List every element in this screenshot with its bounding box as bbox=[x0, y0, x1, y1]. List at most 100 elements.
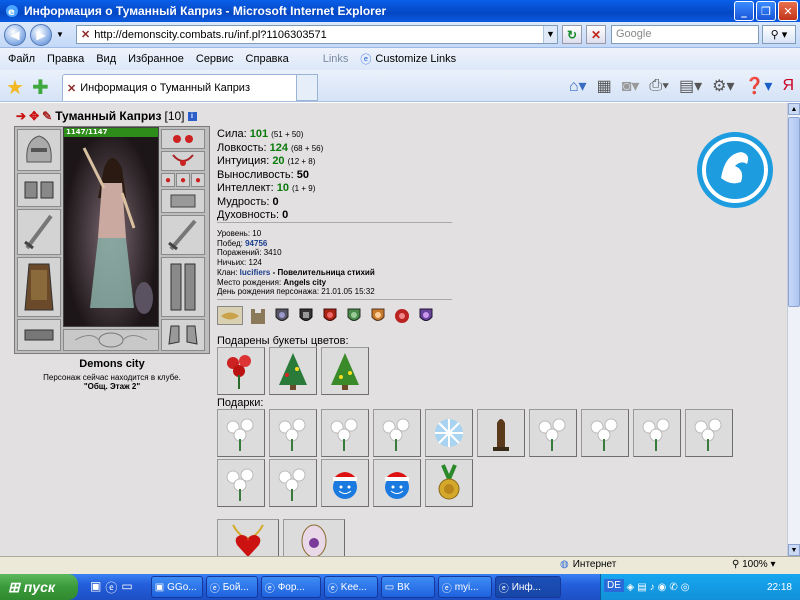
gift-lilies[interactable] bbox=[217, 409, 265, 457]
gift-egg[interactable] bbox=[283, 519, 345, 556]
tab-active[interactable]: ✕ Информация о Туманный Каприз bbox=[62, 74, 318, 101]
scroll-up-button[interactable]: ▲ bbox=[788, 103, 800, 115]
bouquet-tree-1[interactable] bbox=[269, 347, 317, 395]
yandex-icon[interactable]: Я bbox=[782, 76, 794, 96]
tray-icon-7[interactable]: ✆ bbox=[669, 582, 677, 593]
shield-badge-2-icon[interactable] bbox=[296, 306, 315, 325]
handshake-icon[interactable] bbox=[217, 306, 243, 325]
home-icon[interactable]: ⌂▾ bbox=[569, 76, 587, 96]
flower-badge-icon[interactable] bbox=[392, 306, 411, 325]
print-icon[interactable]: ⎙▾ bbox=[649, 76, 669, 96]
search-button[interactable]: ⚲ ▾ bbox=[762, 25, 796, 44]
refresh-button[interactable]: ↻ bbox=[562, 25, 582, 44]
customize-links[interactable]: Customize Links bbox=[375, 53, 456, 65]
weapon-left-slot[interactable] bbox=[17, 209, 61, 255]
start-button[interactable]: ⊞ пуск bbox=[0, 574, 78, 600]
leggings-slot[interactable] bbox=[161, 257, 205, 317]
menu-edit[interactable]: Правка bbox=[47, 53, 84, 65]
task-button-4[interactable]: ⓔ Kee... bbox=[323, 576, 378, 598]
gift-santa-smiley[interactable] bbox=[373, 459, 421, 507]
gear-icon[interactable]: ⚙▾ bbox=[712, 76, 734, 96]
boots-slot[interactable] bbox=[161, 319, 205, 351]
quicklaunch-desktop-icon[interactable]: ▣ bbox=[90, 579, 101, 596]
gift-lilies[interactable] bbox=[321, 409, 369, 457]
task-button-6[interactable]: ⓔ myi... bbox=[437, 576, 492, 598]
address-dropdown[interactable]: ▼ bbox=[543, 26, 557, 43]
task-button-7[interactable]: ⓔ Инф... bbox=[494, 576, 561, 598]
helmet-slot[interactable] bbox=[17, 129, 61, 171]
gift-santa-smiley[interactable] bbox=[321, 459, 369, 507]
favorites-star-icon[interactable]: ★ bbox=[6, 75, 24, 100]
tray-icon-6[interactable]: ◉ bbox=[658, 582, 667, 593]
gift-lilies[interactable] bbox=[269, 409, 317, 457]
minimize-button[interactable]: _ bbox=[734, 1, 754, 21]
task-button-3[interactable]: ⓔ Фор... bbox=[260, 576, 321, 598]
search-input[interactable]: Google bbox=[611, 25, 759, 44]
gift-lilies[interactable] bbox=[217, 459, 265, 507]
shield-badge-4-icon[interactable] bbox=[344, 306, 363, 325]
clan-link[interactable]: lucifiers bbox=[240, 268, 271, 277]
menu-tools[interactable]: Сервис bbox=[196, 53, 234, 65]
history-dropdown[interactable]: ▼ bbox=[56, 30, 64, 39]
armor-slot[interactable] bbox=[17, 257, 61, 317]
menu-file[interactable]: Файл bbox=[8, 53, 35, 65]
feeds-icon[interactable]: ▦ bbox=[597, 76, 612, 96]
bracers-slot[interactable] bbox=[17, 173, 61, 207]
rss-icon[interactable]: ◙▾ bbox=[622, 76, 640, 96]
task-button-2[interactable]: ⓔ Бой... bbox=[205, 576, 258, 598]
zoom-control[interactable]: ⚲ 100% ▾ bbox=[732, 559, 776, 570]
scroll-thumb[interactable] bbox=[788, 117, 800, 307]
scroll-down-button[interactable]: ▼ bbox=[788, 544, 800, 556]
maximize-button[interactable]: ❐ bbox=[756, 1, 776, 21]
gift-lilies[interactable] bbox=[633, 409, 681, 457]
quicklaunch-folder-icon[interactable]: ▭ bbox=[121, 579, 132, 596]
tray-icon-4[interactable]: ▤ bbox=[637, 582, 646, 593]
address-bar[interactable]: ✕ http://demonscity.combats.ru/inf.pl?11… bbox=[76, 25, 558, 44]
gift-medal[interactable] bbox=[425, 459, 473, 507]
weapon-right-slot[interactable] bbox=[161, 215, 205, 255]
earrings-slot[interactable] bbox=[161, 129, 205, 149]
menu-view[interactable]: Вид bbox=[96, 53, 116, 65]
stop-button[interactable]: ✕ bbox=[586, 25, 606, 44]
ring2-slot[interactable]: ● bbox=[176, 173, 190, 187]
tray-icon-8[interactable]: ◎ bbox=[681, 582, 690, 593]
gift-lilies[interactable] bbox=[373, 409, 421, 457]
info-icon[interactable]: i bbox=[187, 111, 197, 121]
gift-lilies[interactable] bbox=[685, 409, 733, 457]
language-indicator[interactable]: DE bbox=[604, 579, 624, 592]
shield-badge-5-icon[interactable] bbox=[368, 306, 387, 325]
close-button[interactable]: ✕ bbox=[778, 1, 798, 21]
tray-icon-3[interactable]: ◈ bbox=[627, 582, 635, 593]
forward-button[interactable]: ▶ bbox=[30, 24, 52, 46]
gift-lilies[interactable] bbox=[581, 409, 629, 457]
gloves-slot[interactable] bbox=[161, 189, 205, 213]
shield-badge-3-icon[interactable] bbox=[320, 306, 339, 325]
quicklaunch-ie-icon[interactable]: ⓔ bbox=[105, 579, 117, 596]
task-button-5[interactable]: ▭ ВК bbox=[380, 576, 435, 598]
new-tab-button[interactable] bbox=[296, 74, 318, 101]
gift-lilies[interactable] bbox=[529, 409, 577, 457]
menu-help[interactable]: Справка bbox=[246, 53, 289, 65]
back-button[interactable]: ◀ bbox=[4, 24, 26, 46]
menu-favorites[interactable]: Избранное bbox=[128, 53, 184, 65]
gift-lilies[interactable] bbox=[269, 459, 317, 507]
bouquet-tree-2[interactable] bbox=[321, 347, 369, 395]
task-button-1[interactable]: ▣ GGo... bbox=[150, 576, 203, 598]
ring1-slot[interactable]: ● bbox=[161, 173, 175, 187]
page-menu-icon[interactable]: ▤▾ bbox=[679, 76, 702, 96]
shield-badge-1-icon[interactable] bbox=[272, 306, 291, 325]
clock[interactable]: 22:18 bbox=[767, 582, 792, 593]
shield-badge-6-icon[interactable] bbox=[416, 306, 435, 325]
bouquet-roses[interactable] bbox=[217, 347, 265, 395]
gift-statue[interactable] bbox=[477, 409, 525, 457]
castle-icon[interactable] bbox=[248, 306, 267, 325]
gift-heart-necklace[interactable] bbox=[217, 519, 279, 556]
belt-slot[interactable] bbox=[17, 319, 61, 351]
gift-snowflake[interactable] bbox=[425, 409, 473, 457]
help-icon[interactable]: ❓▾ bbox=[744, 76, 772, 96]
add-favorite-icon[interactable]: ✚ bbox=[32, 75, 49, 100]
amulet-slot[interactable] bbox=[161, 151, 205, 171]
ring3-slot[interactable]: ● bbox=[191, 173, 205, 187]
tray-icon-5[interactable]: ♪ bbox=[650, 582, 655, 593]
private-message-icon[interactable]: ➔ bbox=[16, 109, 26, 123]
